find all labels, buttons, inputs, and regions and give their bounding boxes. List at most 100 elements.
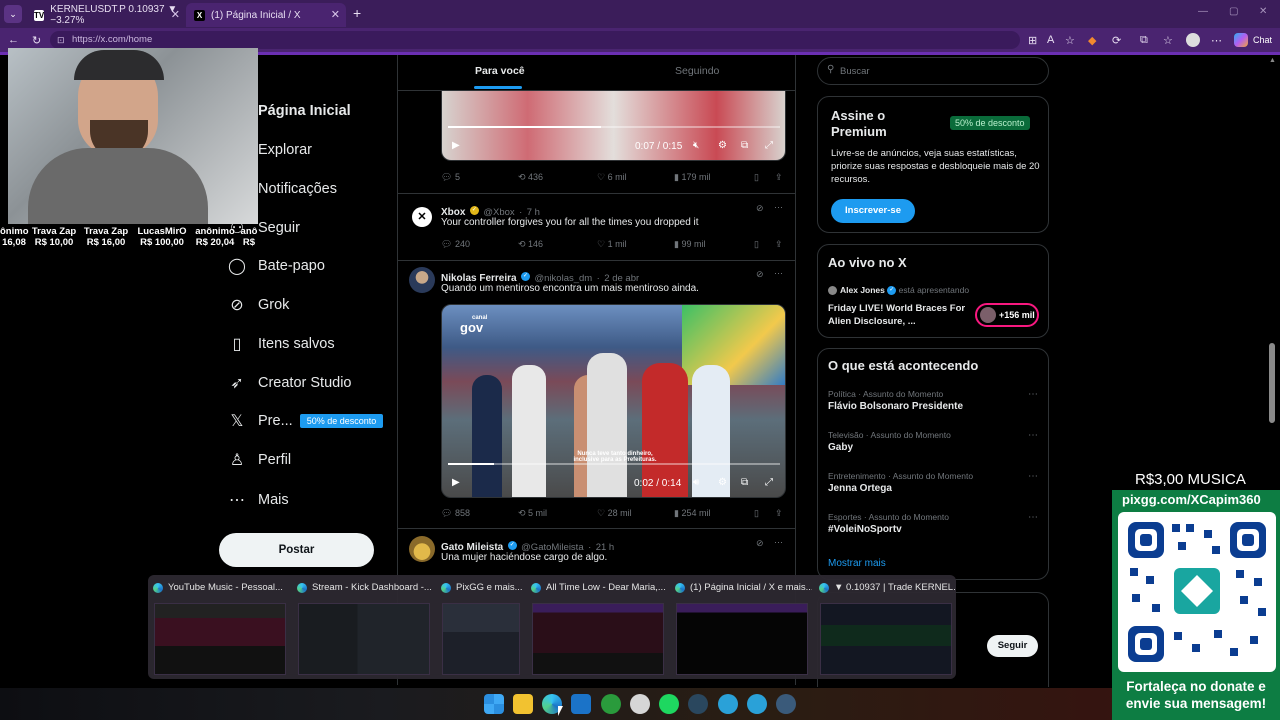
window-preview[interactable]: Stream - Kick Dashboard -... [294,579,434,675]
fullscreen-icon[interactable]: ⤢ [765,140,773,151]
start-icon[interactable] [484,694,504,714]
scroll-up-arrow[interactable]: ▲ [1269,57,1276,64]
share-icon[interactable]: ⇪ [775,172,783,183]
tab-actions-button[interactable]: ⌄ [4,5,22,23]
profile-avatar[interactable] [1186,33,1200,47]
copilot-icon[interactable] [1234,33,1248,47]
sidebar-item-premium[interactable]: 𝕏 Pre... [226,406,293,436]
sidebar-item-profile[interactable]: ♙ Perfil [226,445,291,475]
search-box[interactable]: ⚲ Buscar [817,57,1049,85]
split-screen-icon[interactable]: ⧉ [1140,34,1148,47]
telegram-icon[interactable] [747,694,767,714]
window-preview[interactable]: All Time Low - Dear Maria,... [528,579,668,675]
more-icon[interactable]: ⋯ [1028,471,1038,482]
sidebar-item-creator-studio[interactable]: ➶ Creator Studio [226,368,351,398]
tab-for-you[interactable]: Para você [475,65,525,77]
like-count[interactable]: ♡ 28 mil [597,508,632,519]
live-show-title[interactable]: Friday LIVE! World Braces For Alien Disc… [828,302,968,328]
view-count[interactable]: ▮ 254 mil [674,508,710,519]
show-more-link[interactable]: Mostrar mais [828,558,886,569]
avatar[interactable]: ✕ [412,207,432,227]
minimize-button[interactable]: — [1198,6,1208,17]
window-preview[interactable]: PixGG e mais... [438,579,522,675]
sidebar-item-chat[interactable]: ◯ Bate-papo [226,251,325,281]
xbox-icon[interactable] [601,694,621,714]
repost-count[interactable]: ⟲ 436 [518,172,543,183]
favorites-icon[interactable]: ☆ [1163,34,1173,47]
video-progress-track[interactable] [448,463,780,465]
view-count[interactable]: ▮ 179 mil [674,172,710,183]
chat-label[interactable]: Chat [1253,35,1272,45]
close-window-button[interactable]: ✕ [1259,6,1267,17]
read-aloud-icon[interactable]: ⊞ [1028,34,1037,47]
post-button[interactable]: Postar [219,533,374,567]
pip-icon[interactable]: ⧉ [741,477,748,488]
avatar[interactable] [409,536,435,562]
file-explorer-icon[interactable] [513,694,533,714]
search-input[interactable]: Buscar [840,66,870,77]
more-icon[interactable]: ⋯ [1028,512,1038,523]
tweet-video[interactable]: canal gov Nunca teve tanto dinheiro, inc… [441,304,786,498]
fullscreen-icon[interactable]: ⤢ [765,477,773,488]
trend-item[interactable]: Entretenimento · Assunto do Momento Jenn… [828,471,1040,494]
grok-icon[interactable]: ⊘ [756,269,764,280]
subscribe-button[interactable]: Inscrever-se [831,199,915,223]
telegram-icon[interactable] [718,694,738,714]
close-tab-icon[interactable]: ✕ [331,8,340,21]
url-field[interactable]: ⊡ https://x.com/home [50,31,1020,49]
more-icon[interactable]: ⋯ [1028,389,1038,400]
steam-icon[interactable] [688,694,708,714]
bookmark-icon[interactable]: ▯ [754,172,759,183]
play-icon[interactable]: ▶ [452,477,460,488]
scrollbar-thumb[interactable] [1269,343,1275,423]
repost-count[interactable]: ⟲ 146 [518,239,543,250]
spotify-icon[interactable] [659,694,679,714]
like-count[interactable]: ♡ 6 mil [597,172,627,183]
share-icon[interactable]: ⇪ [775,508,783,519]
view-count[interactable]: ▮ 99 mil [674,239,705,250]
like-count[interactable]: ♡ 1 mil [597,239,627,250]
sidebar-item-grok[interactable]: ⊘ Grok [226,290,289,320]
trend-item[interactable]: Política · Assunto do Momento Flávio Bol… [828,389,1040,412]
share-icon[interactable]: ⇪ [775,239,783,250]
trend-item[interactable]: Esportes · Assunto do Momento #VoleiNoSp… [828,512,1040,535]
sync-icon[interactable]: ⟳ [1112,34,1121,47]
refresh-icon[interactable]: ↻ [32,34,41,47]
maximize-button[interactable]: ▢ [1229,6,1238,17]
reply-count[interactable]: 💬︎ 5 [441,172,460,183]
follow-button[interactable]: Seguir [987,635,1038,657]
outlook-icon[interactable] [571,694,591,714]
browser-menu-icon[interactable]: ⋯ [1211,34,1222,47]
grok-icon[interactable]: ⊘ [756,203,764,214]
bookmark-icon[interactable]: ▯ [754,508,759,519]
tab-tradingview[interactable]: TV KERNELUSDT.P 0.10937 ▼ −3.27% ✕ [26,3,186,27]
tweet-video[interactable]: ▶ 0:07 / 0:15 🔇︎ ⚙ ⧉ ⤢ [441,91,786,161]
repost-count[interactable]: ⟲ 5 mil [518,508,547,519]
settings-icon[interactable]: ⚙ [718,140,727,151]
live-listener-count[interactable]: +156 mil [975,303,1039,327]
grok-icon[interactable]: ⊘ [756,538,764,549]
sidebar-item-bookmarks[interactable]: ▯ Itens salvos [226,329,335,359]
mute-icon[interactable]: 🔊︎ [693,477,699,488]
more-icon[interactable]: ⋯ [774,268,783,279]
new-tab-button[interactable]: + [353,5,361,21]
tab-x-home[interactable]: X (1) Página Inicial / X ✕ [186,3,346,27]
close-tab-icon[interactable]: ✕ [171,8,180,21]
tab-following[interactable]: Seguindo [675,65,719,77]
video-progress-track[interactable] [448,126,780,128]
window-preview[interactable]: (1) Página Inicial / X e mais... [672,579,812,675]
favorite-icon[interactable]: ☆ [1065,34,1075,47]
settings-icon[interactable]: ⚙ [718,477,727,488]
reply-count[interactable]: 💬︎ 240 [441,239,470,250]
mute-icon[interactable]: 🔇︎ [693,140,699,151]
more-icon[interactable]: ⋯ [774,537,783,548]
extension-icon[interactable]: ◆ [1088,34,1096,47]
window-preview[interactable]: YouTube Music - Pessoal... [150,579,290,675]
translate-icon[interactable]: A [1047,34,1054,46]
bookmark-icon[interactable]: ▯ [754,239,759,250]
pip-icon[interactable]: ⧉ [741,140,748,151]
steam-icon[interactable] [776,694,796,714]
sidebar-item-more[interactable]: ⋯ Mais [226,485,289,515]
avatar[interactable] [409,267,435,293]
more-icon[interactable]: ⋯ [774,202,783,213]
